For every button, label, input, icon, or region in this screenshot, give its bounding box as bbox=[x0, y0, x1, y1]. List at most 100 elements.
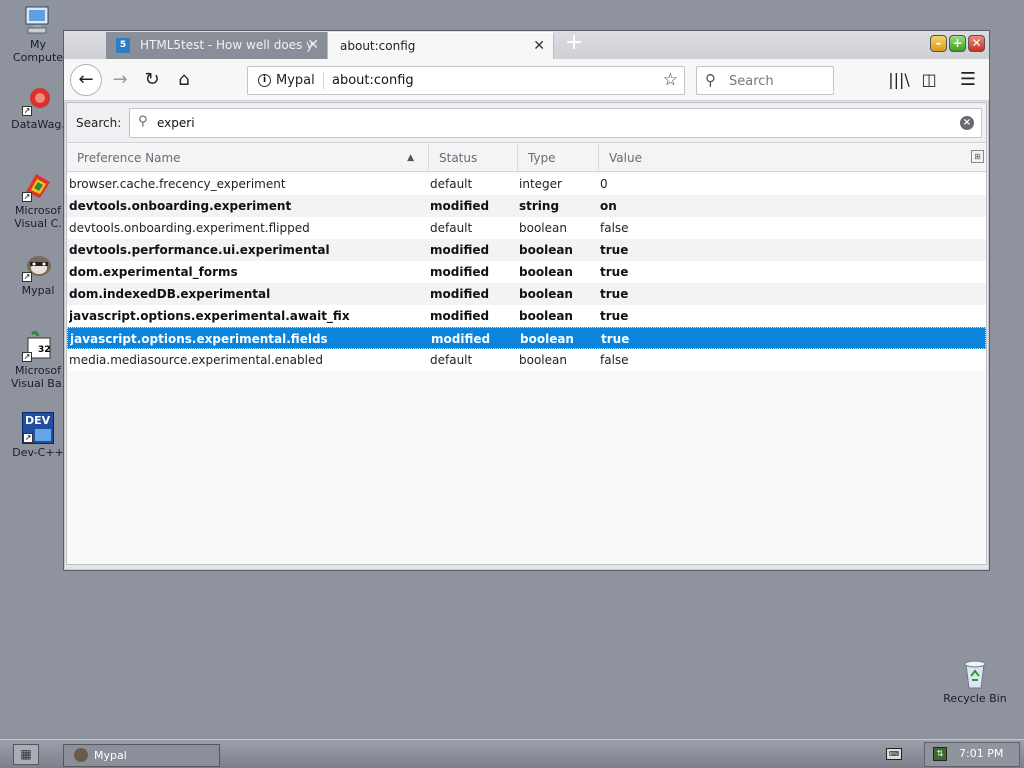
config-table: browser.cache.frecency_experiment default… bbox=[67, 173, 986, 371]
column-label: Value bbox=[609, 151, 642, 165]
mypal-taskbar-icon bbox=[74, 748, 88, 762]
cell-type: boolean bbox=[519, 243, 573, 257]
column-picker-icon[interactable]: ⊞ bbox=[971, 150, 984, 163]
recycle-bin-icon bbox=[959, 658, 991, 690]
cell-status: modified bbox=[431, 332, 491, 346]
window-controls: – + ✕ bbox=[930, 35, 985, 52]
cell-type: boolean bbox=[520, 332, 574, 346]
url-text[interactable]: about:config bbox=[332, 73, 414, 88]
info-icon[interactable]: i bbox=[258, 74, 271, 87]
tab-html5test[interactable]: 5 HTML5test - How well does y ✕ bbox=[106, 32, 328, 59]
cell-name: devtools.onboarding.experiment bbox=[69, 199, 292, 213]
shortcut-arrow-icon: ↗ bbox=[23, 433, 33, 443]
taskbar-item-label: Mypal bbox=[94, 749, 127, 762]
config-filter-row: Search: ⚲ experi × bbox=[67, 103, 986, 143]
dev-cpp-icon: DEV ↗ bbox=[22, 412, 54, 444]
config-search-value[interactable]: experi bbox=[157, 116, 195, 130]
cell-status: modified bbox=[430, 243, 490, 257]
maximize-button[interactable]: + bbox=[949, 35, 966, 52]
cell-type: boolean bbox=[519, 309, 573, 323]
visual-c-icon: ↗ bbox=[22, 170, 54, 202]
about-config-page: Search: ⚲ experi × Preference Name ▲ Sta… bbox=[66, 102, 987, 565]
cell-value: true bbox=[600, 265, 629, 279]
cell-type: boolean bbox=[519, 353, 567, 367]
cell-value: false bbox=[600, 353, 629, 367]
home-button[interactable]: ⌂ bbox=[170, 66, 198, 94]
start-menu-button[interactable]: ▦ bbox=[13, 744, 39, 765]
cell-status: default bbox=[430, 221, 473, 235]
table-row[interactable]: media.mediasource.experimental.enabled de… bbox=[67, 349, 986, 371]
minimize-button[interactable]: – bbox=[930, 35, 947, 52]
dev-icon-block bbox=[35, 429, 51, 441]
taskbar-item-mypal[interactable]: Mypal bbox=[63, 744, 220, 767]
search-bar[interactable]: ⚲ Search bbox=[696, 66, 834, 95]
keyboard-layout-icon[interactable]: ⌨ bbox=[886, 748, 902, 760]
table-row[interactable]: javascript.options.experimental.fields mo… bbox=[67, 327, 986, 349]
shortcut-arrow-icon: ↗ bbox=[22, 272, 32, 282]
browser-window: 5 HTML5test - How well does y ✕ about:co… bbox=[63, 30, 990, 571]
cell-status: modified bbox=[430, 265, 490, 279]
network-icon[interactable]: ⇅ bbox=[933, 747, 947, 761]
desktop-icon-recycle-bin[interactable]: Recycle Bin bbox=[938, 658, 1012, 705]
cell-status: default bbox=[430, 353, 473, 367]
cell-name: devtools.performance.ui.experimental bbox=[69, 243, 330, 257]
column-type[interactable]: Type bbox=[518, 144, 599, 172]
computer-icon bbox=[22, 4, 54, 36]
column-label: Type bbox=[528, 151, 556, 165]
sidebar-button[interactable]: ◫ bbox=[916, 67, 942, 93]
shortcut-arrow-icon: ↗ bbox=[22, 352, 32, 362]
tab-title: HTML5test - How well does y bbox=[140, 38, 314, 52]
column-label: Preference Name bbox=[77, 151, 181, 165]
bookmark-star-icon[interactable]: ☆ bbox=[663, 70, 678, 90]
sort-ascending-icon: ▲ bbox=[407, 153, 414, 163]
search-icon: ⚲ bbox=[705, 71, 716, 89]
url-bar[interactable]: i Mypal about:config ☆ bbox=[247, 66, 685, 95]
tab-close-icon[interactable]: ✕ bbox=[533, 33, 545, 59]
clear-search-icon[interactable]: × bbox=[960, 116, 974, 130]
reload-button[interactable]: ↻ bbox=[138, 66, 166, 94]
table-row[interactable]: devtools.performance.ui.experimental modi… bbox=[67, 239, 986, 261]
cell-type: integer bbox=[519, 177, 562, 191]
shortcut-arrow-icon: ↗ bbox=[22, 192, 32, 202]
new-tab-button[interactable]: + bbox=[562, 31, 586, 57]
table-row[interactable]: dom.experimental_forms modified boolean tru… bbox=[67, 261, 986, 283]
config-search-label: Search: bbox=[76, 116, 122, 130]
cell-name: javascript.options.experimental.fields bbox=[70, 332, 328, 346]
tab-close-icon[interactable]: ✕ bbox=[307, 32, 319, 58]
desktop-icon-label: Recycle Bin bbox=[943, 692, 1007, 705]
cell-value: true bbox=[601, 332, 630, 346]
taskbar: ▦ Mypal ⌨ ⇅ 7:01 PM bbox=[0, 739, 1024, 768]
column-value[interactable]: Value bbox=[599, 144, 971, 172]
tab-about-config[interactable]: about:config ✕ bbox=[328, 32, 554, 59]
identity-label: Mypal bbox=[276, 73, 315, 88]
cell-type: boolean bbox=[519, 287, 573, 301]
cell-status: default bbox=[430, 177, 473, 191]
table-row[interactable]: browser.cache.frecency_experiment default… bbox=[67, 173, 986, 195]
navigation-toolbar: ← → ↻ ⌂ i Mypal about:config ☆ ⚲ Search … bbox=[64, 59, 989, 101]
config-search-input[interactable]: ⚲ experi × bbox=[129, 108, 982, 138]
forward-button[interactable]: → bbox=[106, 66, 134, 94]
vb-icon-number: 32 bbox=[38, 345, 51, 355]
close-window-button[interactable]: ✕ bbox=[968, 35, 985, 52]
table-row[interactable]: devtools.onboarding.experiment modified st… bbox=[67, 195, 986, 217]
clock[interactable]: 7:01 PM bbox=[959, 747, 1003, 760]
cell-value: false bbox=[600, 221, 629, 235]
cell-name: devtools.onboarding.experiment.flipped bbox=[69, 221, 310, 235]
cell-type: boolean bbox=[519, 265, 573, 279]
table-row[interactable]: devtools.onboarding.experiment.flipped de… bbox=[67, 217, 986, 239]
cell-name: browser.cache.frecency_experiment bbox=[69, 177, 286, 191]
hamburger-menu-icon[interactable]: ☰ bbox=[955, 67, 981, 93]
back-button[interactable]: ← bbox=[70, 64, 102, 96]
cell-type: boolean bbox=[519, 221, 567, 235]
library-button[interactable]: |||\ bbox=[886, 67, 912, 93]
column-preference-name[interactable]: Preference Name ▲ bbox=[67, 144, 429, 172]
table-row[interactable]: dom.indexedDB.experimental modified boolea… bbox=[67, 283, 986, 305]
search-icon: ⚲ bbox=[138, 114, 148, 129]
system-tray: ⇅ 7:01 PM bbox=[924, 742, 1020, 767]
table-row[interactable]: javascript.options.experimental.await_fi… bbox=[67, 305, 986, 327]
cell-value: true bbox=[600, 309, 629, 323]
cell-status: modified bbox=[430, 287, 490, 301]
cell-name: media.mediasource.experimental.enabled bbox=[69, 353, 323, 367]
column-status[interactable]: Status bbox=[429, 144, 518, 172]
cell-name: dom.experimental_forms bbox=[69, 265, 238, 279]
